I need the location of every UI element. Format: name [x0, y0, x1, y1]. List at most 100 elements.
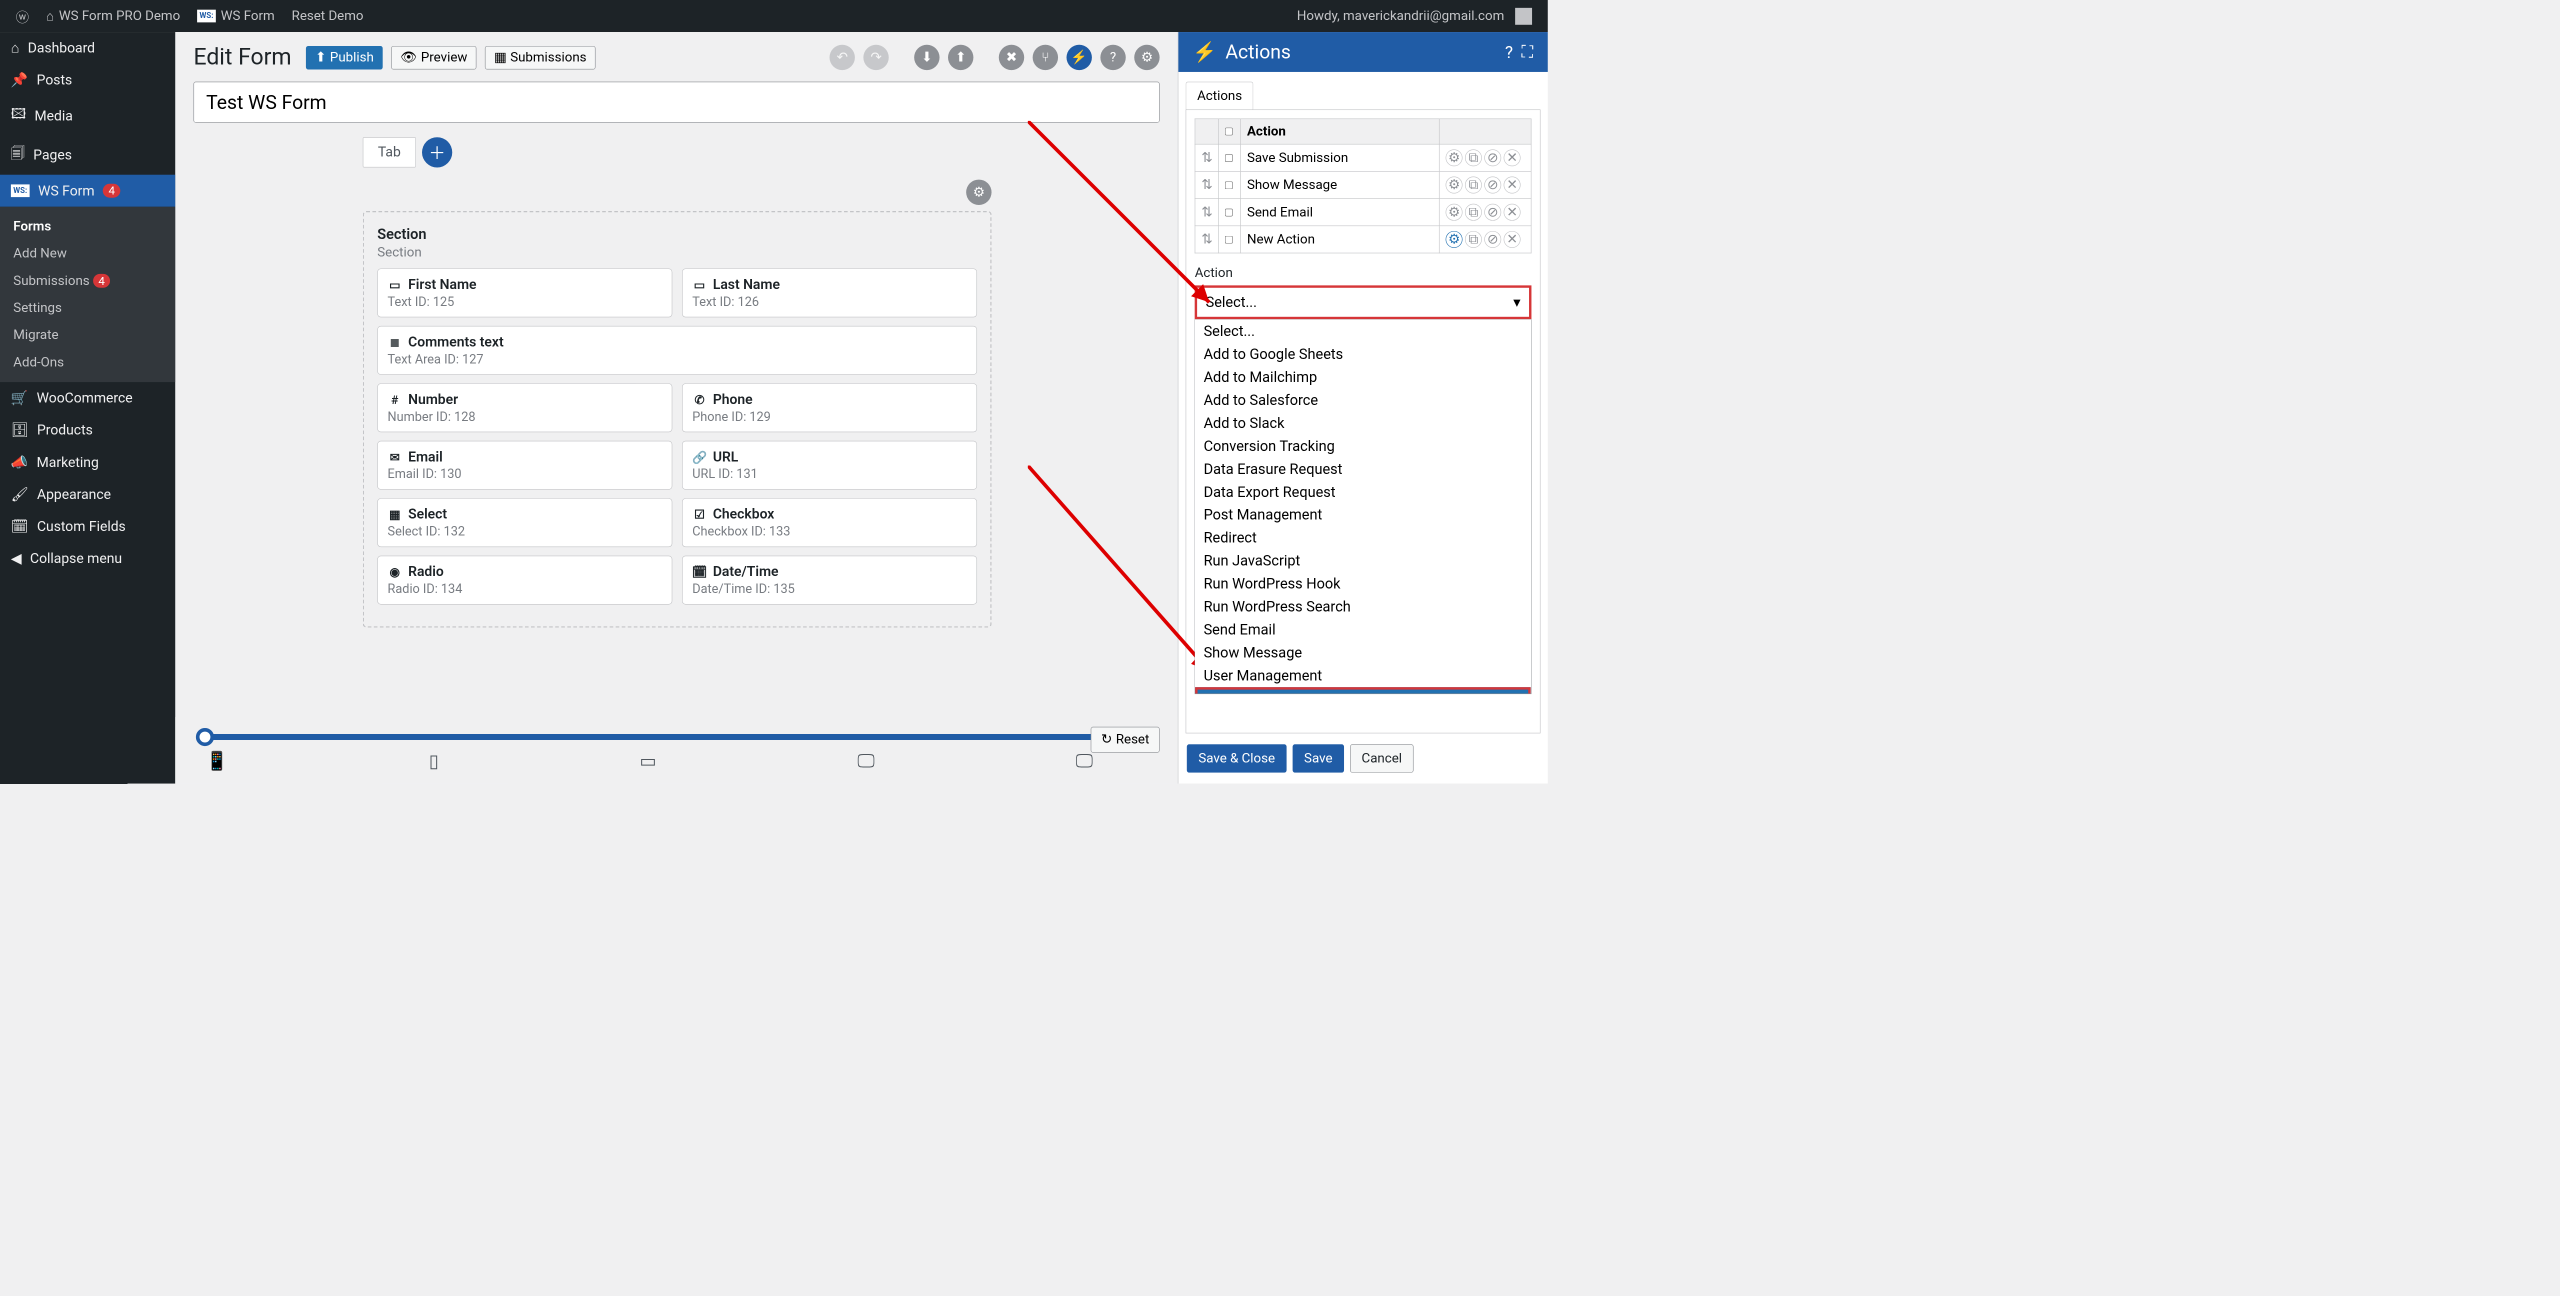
form-title-input[interactable]	[193, 82, 1159, 123]
save-close-button[interactable]: Save & Close	[1187, 744, 1287, 772]
disable-icon[interactable]: ⊘	[1484, 204, 1501, 221]
field-card[interactable]: 🗓Date/TimeDate/Time ID: 135	[682, 556, 977, 605]
field-card[interactable]: ▭Last NameText ID: 126	[682, 268, 977, 317]
row-checkbox[interactable]	[1225, 208, 1233, 216]
tablet-portrait-icon[interactable]: ▯	[429, 751, 439, 772]
field-card[interactable]: ▭First NameText ID: 125	[377, 268, 672, 317]
copy-icon[interactable]: ⧉	[1465, 177, 1482, 194]
panel-help-icon[interactable]: ?	[1505, 42, 1513, 62]
disable-icon[interactable]: ⊘	[1484, 177, 1501, 194]
sidebar-item-dashboard[interactable]: ⌂Dashboard	[0, 32, 175, 64]
row-checkbox[interactable]	[1225, 154, 1233, 162]
sidebar-item-posts[interactable]: 📌Posts	[0, 64, 175, 96]
redo-button[interactable]: ↷	[863, 45, 888, 70]
gear-icon[interactable]: ⚙	[1446, 204, 1463, 221]
option-conversion-tracking[interactable]: Conversion Tracking	[1195, 435, 1531, 458]
submissions-button[interactable]: ▦Submissions	[485, 46, 596, 70]
select-all-checkbox[interactable]	[1225, 128, 1233, 136]
site-link[interactable]: ⌂WS Form PRO Demo	[37, 0, 188, 32]
tab-chip[interactable]: Tab	[363, 137, 416, 167]
option-data-export-request[interactable]: Data Export Request	[1195, 481, 1531, 504]
field-card[interactable]: ≣Comments textText Area ID: 127	[377, 326, 977, 375]
phone-icon[interactable]: 📱	[206, 751, 229, 772]
sidebar-item-collapse-menu[interactable]: ◀Collapse menu	[0, 542, 175, 574]
option-run-javascript[interactable]: Run JavaScript	[1195, 550, 1531, 573]
option-data-erasure-request[interactable]: Data Erasure Request	[1195, 458, 1531, 481]
disable-icon[interactable]: ⊘	[1484, 149, 1501, 166]
sidebar-sub-add-ons[interactable]: Add-Ons	[0, 349, 175, 376]
disable-icon[interactable]: ⊘	[1484, 231, 1501, 248]
section-settings-button[interactable]: ⚙	[966, 180, 991, 205]
logic-button[interactable]: ⑂	[1033, 45, 1058, 70]
drag-handle[interactable]: ⇅	[1195, 171, 1219, 198]
field-card[interactable]: ▦SelectSelect ID: 132	[377, 498, 672, 547]
row-checkbox[interactable]	[1225, 235, 1233, 243]
field-card[interactable]: #NumberNumber ID: 128	[377, 383, 672, 432]
field-card[interactable]: ✉EmailEmail ID: 130	[377, 441, 672, 490]
sidebar-item-pages[interactable]: 🗐Pages	[0, 135, 175, 174]
reset-demo-link[interactable]: Reset Demo	[283, 0, 372, 32]
field-card[interactable]: ☑CheckboxCheckbox ID: 133	[682, 498, 977, 547]
option-redirect[interactable]: Redirect	[1195, 527, 1531, 550]
howdy-link[interactable]: Howdy, maverickandrii@gmail.com	[1288, 0, 1540, 32]
option-show-message[interactable]: Show Message	[1195, 641, 1531, 664]
tablet-landscape-icon[interactable]: ▭	[640, 751, 657, 772]
tools-button[interactable]: ✖	[999, 45, 1024, 70]
import-button[interactable]: ⬇	[914, 45, 939, 70]
field-card[interactable]: 🔗URLURL ID: 131	[682, 441, 977, 490]
export-button[interactable]: ⬆	[948, 45, 973, 70]
option-add-to-slack[interactable]: Add to Slack	[1195, 412, 1531, 435]
wide-icon[interactable]: 🖵	[1076, 751, 1093, 772]
sidebar-sub-migrate[interactable]: Migrate	[0, 322, 175, 349]
sidebar-item-marketing[interactable]: 📣Marketing	[0, 446, 175, 478]
wsform-link[interactable]: WS:WS Form	[189, 0, 284, 32]
option-add-to-google-sheets[interactable]: Add to Google Sheets	[1195, 343, 1531, 366]
reset-width-button[interactable]: ↻Reset	[1091, 727, 1160, 753]
settings-button[interactable]: ⚙	[1134, 45, 1159, 70]
action-select[interactable]: Select... ▾	[1195, 285, 1532, 319]
option-run-wordpress-search[interactable]: Run WordPress Search	[1195, 596, 1531, 619]
option-add-to-mailchimp[interactable]: Add to Mailchimp	[1195, 366, 1531, 389]
tab-actions[interactable]: Actions	[1186, 82, 1254, 110]
sidebar-sub-forms[interactable]: Forms	[0, 213, 175, 240]
undo-button[interactable]: ↶	[830, 45, 855, 70]
close-icon[interactable]: ✕	[1504, 177, 1521, 194]
preview-button[interactable]: 👁Preview	[391, 46, 476, 70]
field-card[interactable]: ◉RadioRadio ID: 134	[377, 556, 672, 605]
cancel-button[interactable]: Cancel	[1350, 744, 1413, 772]
gear-icon[interactable]: ⚙	[1446, 149, 1463, 166]
sidebar-sub-settings[interactable]: Settings	[0, 294, 175, 321]
gear-icon[interactable]: ⚙	[1446, 231, 1463, 248]
row-checkbox[interactable]	[1225, 181, 1233, 189]
slider-knob[interactable]	[196, 728, 214, 746]
sidebar-sub-add-new[interactable]: Add New	[0, 240, 175, 267]
close-icon[interactable]: ✕	[1504, 231, 1521, 248]
save-button[interactable]: Save	[1293, 744, 1344, 772]
sidebar-item-custom-fields[interactable]: 🗓Custom Fields	[0, 510, 175, 542]
option-post-management[interactable]: Post Management	[1195, 504, 1531, 527]
copy-icon[interactable]: ⧉	[1465, 231, 1482, 248]
help-button[interactable]: ?	[1100, 45, 1125, 70]
copy-icon[interactable]: ⧉	[1465, 204, 1482, 221]
wp-logo[interactable]: ⓦ	[7, 0, 37, 32]
option-user-management[interactable]: User Management	[1195, 664, 1531, 687]
close-icon[interactable]: ✕	[1504, 149, 1521, 166]
gear-icon[interactable]: ⚙	[1446, 177, 1463, 194]
field-card[interactable]: ✆PhonePhone ID: 129	[682, 383, 977, 432]
option-add-to-salesforce[interactable]: Add to Salesforce	[1195, 389, 1531, 412]
panel-expand-icon[interactable]: ⛶	[1521, 42, 1533, 63]
option-send-email[interactable]: Send Email	[1195, 619, 1531, 642]
option-select-[interactable]: Select...	[1195, 320, 1531, 343]
add-tab-button[interactable]: ＋	[422, 137, 452, 167]
sidebar-sub-submissions[interactable]: Submissions 4	[0, 267, 175, 294]
drag-handle[interactable]: ⇅	[1195, 199, 1219, 226]
publish-button[interactable]: ⬆Publish	[306, 46, 383, 70]
option-webhook[interactable]: Webhook	[1195, 687, 1531, 694]
sidebar-item-products[interactable]: 🗄Products	[0, 414, 175, 446]
sidebar-item-ws-form[interactable]: WS:WS Form4	[0, 175, 175, 207]
width-slider[interactable]	[198, 734, 1105, 740]
option-run-wordpress-hook[interactable]: Run WordPress Hook	[1195, 573, 1531, 596]
actions-button[interactable]: ⚡	[1067, 45, 1092, 70]
close-icon[interactable]: ✕	[1504, 204, 1521, 221]
sidebar-item-appearance[interactable]: 🖌Appearance	[0, 478, 175, 510]
